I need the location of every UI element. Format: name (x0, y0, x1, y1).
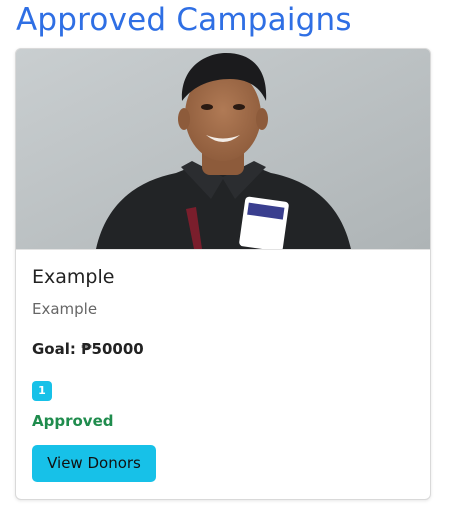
view-donors-button[interactable]: View Donors (32, 445, 156, 482)
page-title: Approved Campaigns (16, 2, 352, 38)
campaign-card-body: Example Example Goal: ₱50000 1 Approved … (16, 249, 430, 499)
campaign-description: Example (32, 300, 98, 318)
page: Approved Campaigns Example Example Goal:… (0, 0, 457, 516)
campaign-goal: Goal: ₱50000 (32, 340, 144, 358)
campaign-card: Example Example Goal: ₱50000 1 Approved … (15, 48, 431, 500)
count-badge: 1 (32, 381, 52, 401)
campaign-photo-graphic (16, 49, 430, 249)
status-label: Approved (32, 412, 114, 430)
campaign-photo (16, 49, 430, 249)
campaign-title: Example (32, 266, 115, 288)
